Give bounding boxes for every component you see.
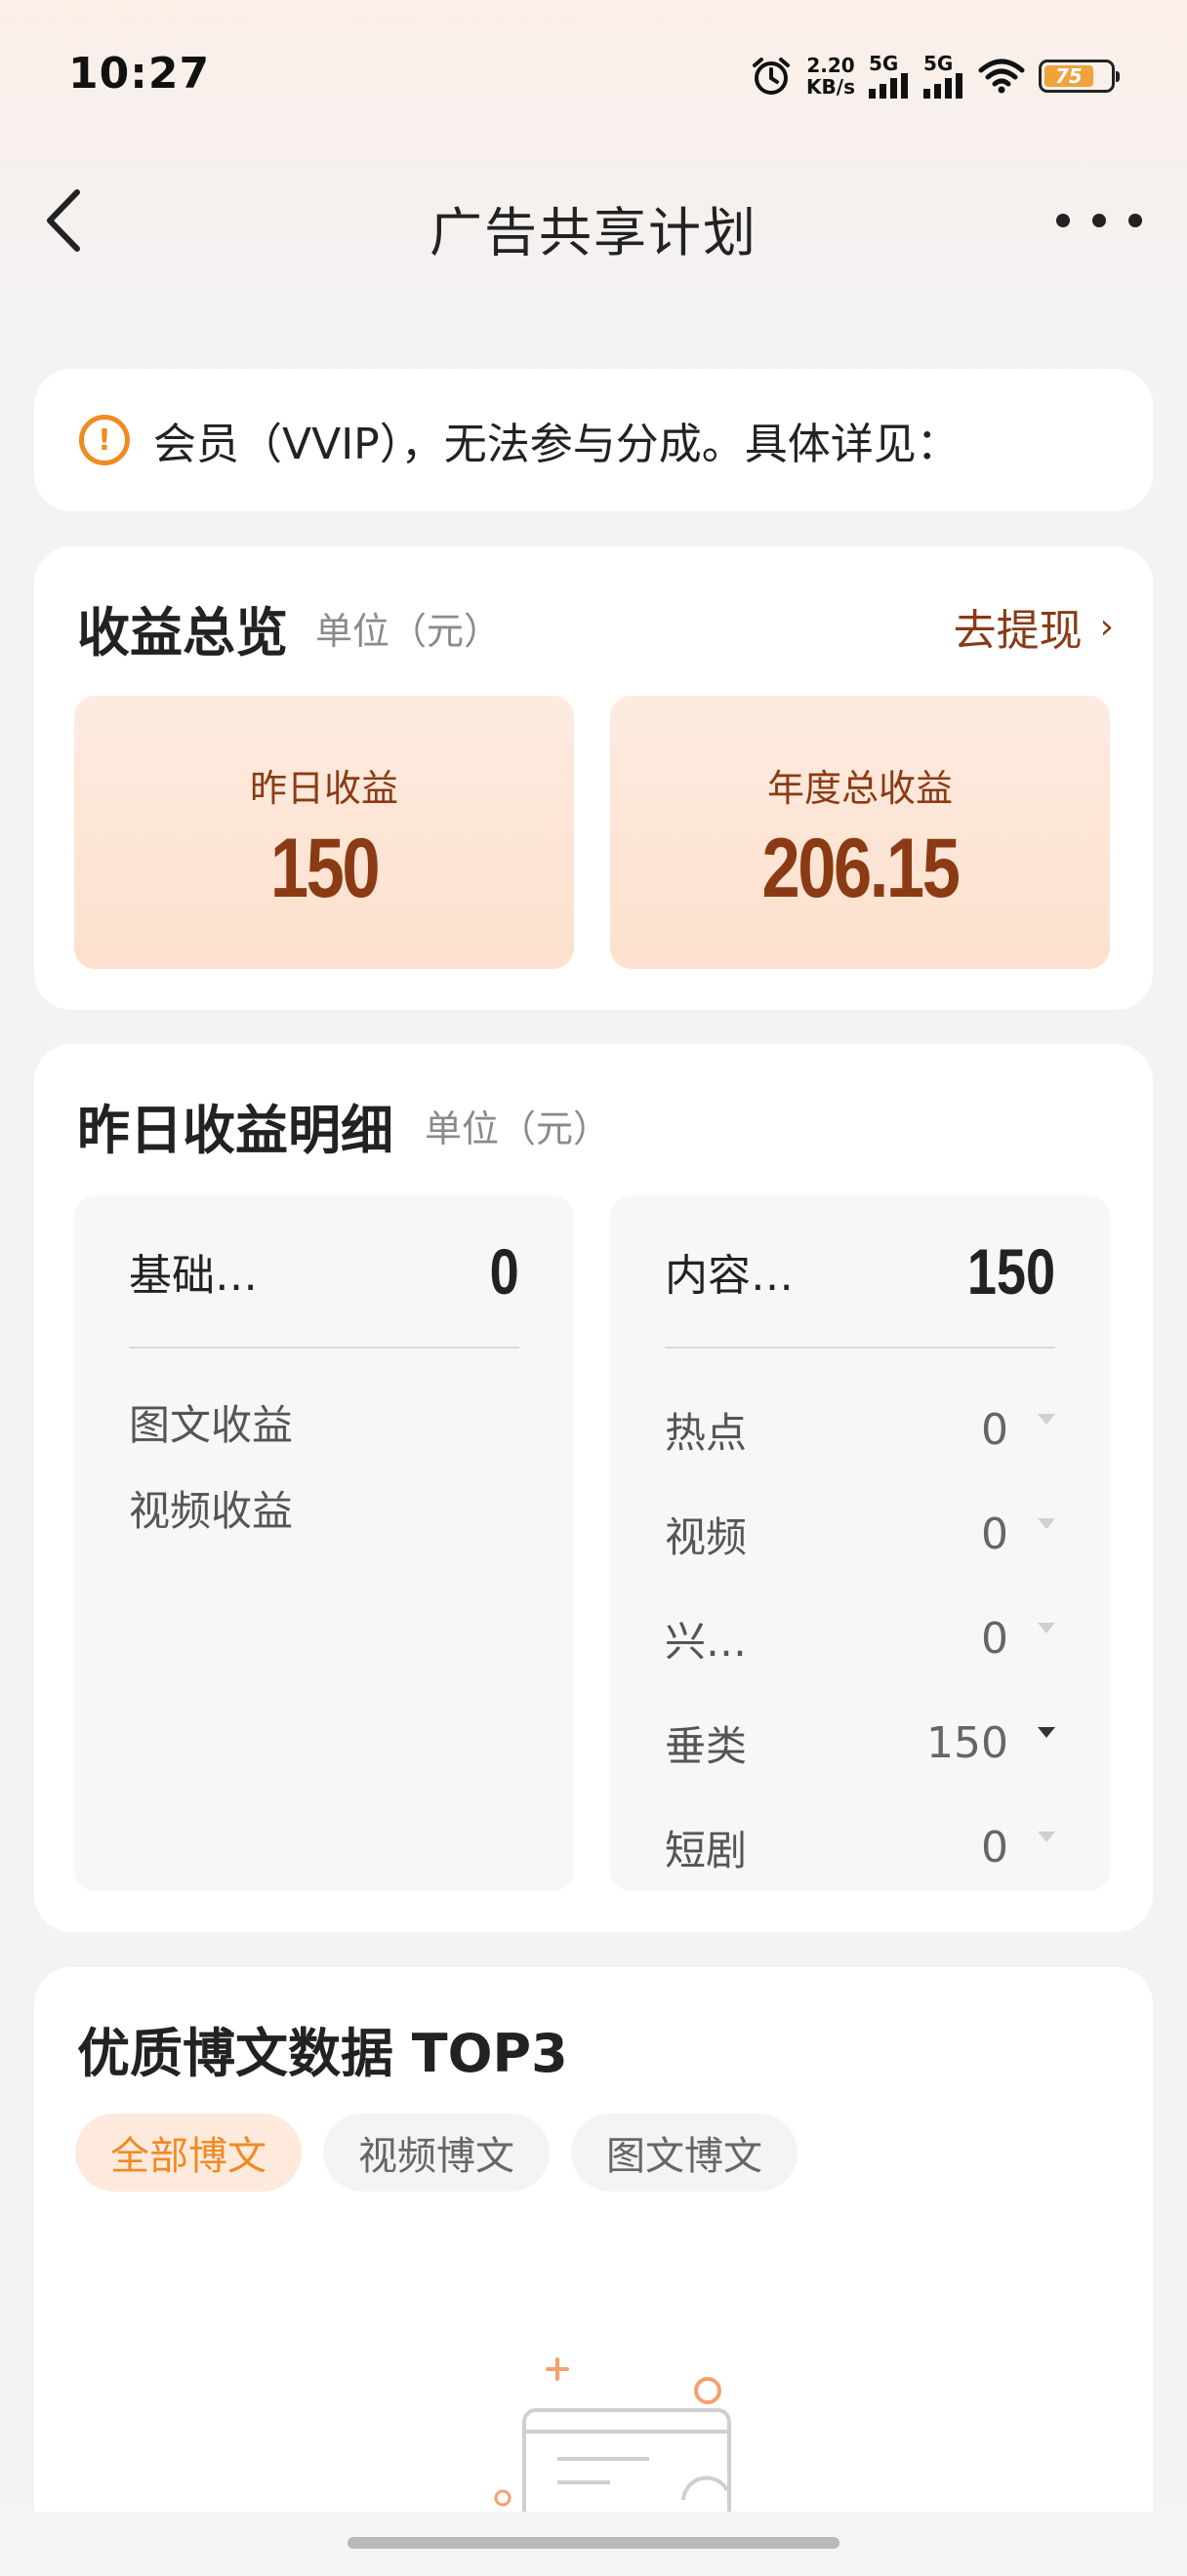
row-value: 0 [981,1404,1008,1455]
content-earnings-box: 内容… 150 热点 0 视频 0 兴… 0 垂类 150 短剧 0 [610,1195,1110,1891]
status-time: 10:27 [68,49,211,99]
divider [665,1347,1055,1348]
signal-bars-icon [869,73,908,99]
battery-level: 75 [1054,64,1083,88]
row-value: 0 [981,1509,1008,1559]
status-icons: 2.20 KB/s 5G 5G 75 [750,49,1120,103]
signal-bars-icon [923,73,962,99]
row-label: 兴… [665,1617,748,1666]
row-value: 0 [981,1613,1008,1664]
top3-posts-card: 优质博文数据 TOP3 全部博文 视频博文 图文博文 [34,1967,1153,2576]
content-earnings-value: 150 [966,1235,1055,1308]
more-dot-icon [1128,214,1142,227]
network-speed-unit: KB/s [806,75,855,99]
more-dot-icon [1056,214,1070,227]
post-filter-tabs: 全部博文 视频博文 图文博文 [75,2113,798,2192]
detail-unit: 单位（元） [425,1107,611,1150]
caret-down-icon [1038,1831,1055,1842]
content-row-interest[interactable]: 兴… 0 [665,1609,1055,1668]
overview-unit: 单位（元） [315,610,502,653]
content-row-vertical[interactable]: 垂类 150 [665,1713,1055,1772]
notice-text: 会员（VVIP），无法参与分成。具体详见： [153,420,960,469]
yesterday-earnings-label: 昨日收益 [249,767,398,810]
basic-earnings-label: 基础… [129,1251,258,1301]
wifi-icon [978,59,1025,94]
withdraw-label: 去提现 [953,606,1083,656]
caret-down-icon [1038,1517,1055,1529]
battery-icon: 75 [1039,60,1120,93]
content-row-short-drama[interactable]: 短剧 0 [665,1818,1055,1876]
more-dot-icon [1092,214,1106,227]
caret-down-icon [1038,1622,1055,1633]
warning-icon: ! [79,415,130,465]
empty-state-illustration-icon [494,2357,731,2517]
annual-earnings-value: 206.15 [761,822,961,915]
chevron-right-icon: › [1099,606,1114,647]
overview-title: 收益总览 [77,602,288,664]
detail-title: 昨日收益明细 [77,1100,393,1161]
tab-article-posts[interactable]: 图文博文 [571,2113,798,2192]
signal-1: 5G [869,54,910,99]
network-speed: 2.20 KB/s [806,55,855,98]
earnings-overview-card: 收益总览 单位（元） 去提现 › 昨日收益 150 年度总收益 206.15 [34,546,1153,1010]
list-item: 视频收益 [129,1487,294,1535]
withdraw-link[interactable]: 去提现 › [954,595,1114,658]
caret-down-icon [1038,1413,1055,1425]
row-label: 垂类 [665,1721,748,1770]
row-value: 0 [981,1822,1008,1872]
divider [129,1347,519,1348]
annual-earnings-label: 年度总收益 [766,767,953,810]
home-indicator[interactable] [348,2537,839,2549]
earnings-detail-card: 昨日收益明细 单位（元） 基础… 0 图文收益 视频收益 内容… 150 热点 … [34,1044,1153,1932]
content-row-hot[interactable]: 热点 0 [665,1400,1055,1459]
row-value: 150 [926,1717,1008,1768]
tab-video-posts[interactable]: 视频博文 [323,2113,550,2192]
row-label: 短剧 [665,1826,748,1874]
caret-down-icon [1038,1726,1055,1738]
yesterday-earnings-value: 150 [269,822,381,915]
content-earnings-label: 内容… [665,1251,794,1301]
network-speed-value: 2.20 [806,54,855,77]
row-label: 热点 [665,1408,748,1457]
tab-all-posts[interactable]: 全部博文 [75,2113,302,2192]
annual-earnings-box: 年度总收益 206.15 [610,696,1110,969]
top3-title: 优质博文数据 TOP3 [77,2023,568,2084]
alarm-icon [753,58,791,95]
signal-2: 5G [923,54,964,99]
content-row-video[interactable]: 视频 0 [665,1505,1055,1563]
notice-banner[interactable]: ! 会员（VVIP），无法参与分成。具体详见： [34,369,1153,511]
status-bar: 10:27 2.20 KB/s 5G 5G 75 [0,0,1187,146]
list-item: 图文收益 [129,1401,294,1449]
more-button[interactable] [1050,191,1148,250]
yesterday-earnings-box: 昨日收益 150 [74,696,574,969]
page-title: 广告共享计划 [430,202,757,263]
signal-2-label: 5G [923,52,954,75]
basic-earnings-box: 基础… 0 图文收益 视频收益 [74,1195,574,1891]
row-label: 视频 [665,1512,748,1561]
signal-1-label: 5G [869,52,899,75]
nav-bar: 广告共享计划 [0,166,1187,273]
basic-earnings-value: 0 [489,1235,519,1308]
